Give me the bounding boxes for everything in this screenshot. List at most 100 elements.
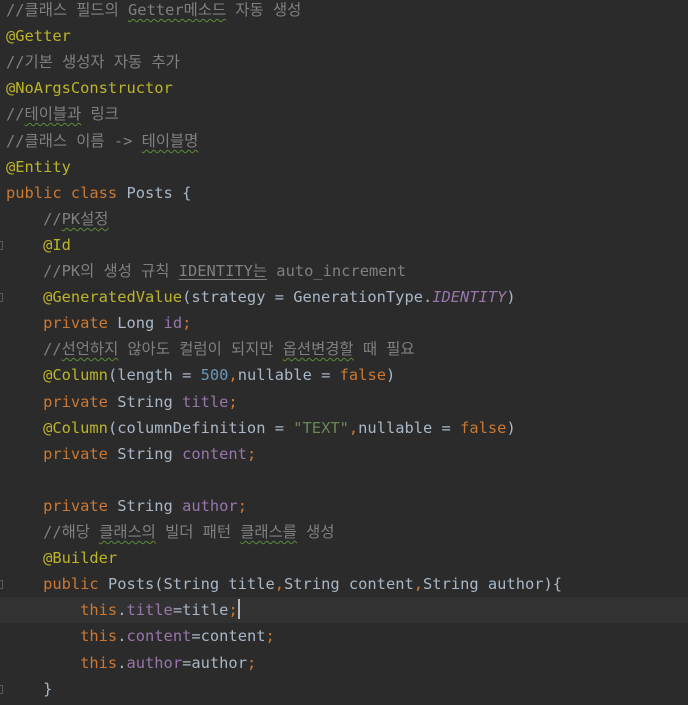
code-token: "TEXT": [293, 419, 349, 437]
code-token: (length =: [107, 366, 201, 384]
code-line[interactable]: @GeneratedValue(strategy = GenerationTyp…: [0, 284, 688, 310]
code-token: ;: [228, 601, 238, 619]
code-line[interactable]: @Builder: [0, 545, 688, 571]
code-token: String: [117, 393, 183, 411]
code-token: ): [506, 419, 516, 437]
code-token: title: [182, 393, 229, 411]
code-text: //PK의 생성 규칙 IDENTITY는 auto_increment: [6, 258, 406, 284]
code-line[interactable]: private String author;: [0, 493, 688, 519]
code-text: @Entity: [6, 154, 71, 180]
code-line[interactable]: }: [0, 676, 688, 702]
code-token: @Column: [6, 366, 108, 384]
code-token: false: [339, 366, 386, 384]
code-text: //PK설정: [6, 206, 108, 232]
code-token: @GeneratedValue: [6, 288, 183, 306]
code-token: ,: [413, 575, 424, 593]
code-line[interactable]: this.content=content;: [0, 623, 688, 649]
code-token: @Entity: [6, 158, 71, 176]
code-token: content: [182, 445, 247, 463]
code-line[interactable]: //해당 클래스의 빌더 패턴 클래스를 생성: [0, 519, 688, 545]
code-token: private: [6, 393, 118, 411]
code-text: @Builder: [6, 545, 117, 571]
code-token: author: [126, 654, 183, 672]
code-token: IDENTITY는: [178, 262, 268, 280]
code-token: ;: [237, 497, 247, 515]
code-token: //: [6, 340, 62, 358]
code-line[interactable]: public Posts(String title,String content…: [0, 571, 688, 597]
code-text: private String author;: [6, 493, 247, 519]
code-token: ;: [182, 314, 192, 332]
code-line[interactable]: this.author=author;: [0, 650, 688, 676]
code-token: ,: [274, 575, 285, 593]
code-text: //테이블과 링크: [6, 101, 119, 127]
code-token: ): [506, 288, 516, 306]
code-line[interactable]: //선언하지 않아도 컬럼이 되지만 옵션변경할 때 필요: [0, 336, 688, 362]
code-line[interactable]: @Getter: [0, 23, 688, 49]
code-line[interactable]: private String content;: [0, 441, 688, 467]
code-line[interactable]: [0, 467, 688, 493]
code-text: @GeneratedValue(strategy = GenerationTyp…: [6, 284, 516, 310]
code-token: String: [117, 497, 183, 515]
code-line[interactable]: //클래스 필드의 Getter메소드 자동 생성: [0, 0, 688, 23]
code-token: //클래스 이름 ->: [6, 132, 142, 150]
code-text: private String content;: [6, 441, 256, 467]
code-token: ;: [246, 654, 257, 672]
code-line[interactable]: @Column(length = 500,nullable = false): [0, 362, 688, 388]
code-line[interactable]: private Long id;: [0, 310, 688, 336]
code-token: //: [6, 210, 62, 228]
code-line[interactable]: //테이블과 링크: [0, 101, 688, 127]
code-token: auto_increment: [267, 262, 407, 280]
code-text: this.content=content;: [6, 623, 275, 649]
text-caret: [237, 599, 240, 619]
fold-marker-icon[interactable]: [0, 241, 3, 250]
fold-marker-icon[interactable]: [0, 685, 3, 694]
code-token: 테이블과: [24, 105, 82, 123]
fold-marker-icon[interactable]: [0, 293, 3, 302]
code-token: ,: [348, 419, 359, 437]
code-line[interactable]: //클래스 이름 -> 테이블명: [0, 128, 688, 154]
code-token: this: [6, 601, 118, 619]
code-token: PK설정: [61, 210, 109, 228]
code-token: false: [460, 419, 507, 437]
code-line[interactable]: private String title;: [0, 389, 688, 415]
code-line[interactable]: this.title=title;: [0, 597, 688, 623]
code-token: 빌더 패턴: [155, 523, 241, 541]
code-token: 링크: [81, 105, 119, 123]
code-token: (strategy = GenerationType.: [182, 288, 433, 306]
code-line[interactable]: //PK설정: [0, 206, 688, 232]
code-token: title: [126, 601, 173, 619]
code-token: content: [126, 627, 192, 645]
code-text: //선언하지 않아도 컬럼이 되지만 옵션변경할 때 필요: [6, 336, 415, 362]
code-token: 클래스의: [99, 523, 156, 541]
code-token: 옵션변경할: [282, 340, 354, 358]
code-text: }: [6, 676, 52, 702]
code-token: @NoArgsConstructor: [6, 79, 173, 97]
code-line[interactable]: @Entity: [0, 154, 688, 180]
code-token: private: [6, 314, 118, 332]
code-text: @Column(length = 500,nullable = false): [6, 362, 395, 388]
code-line[interactable]: @Id: [0, 232, 688, 258]
code-text: public class Posts {: [6, 180, 191, 206]
code-text: //해당 클래스의 빌더 패턴 클래스를 생성: [6, 519, 334, 545]
code-token: //해당: [6, 523, 100, 541]
code-token: author: [182, 497, 238, 515]
code-line[interactable]: //PK의 생성 규칙 IDENTITY는 auto_increment: [0, 258, 688, 284]
code-token: @Builder: [6, 549, 118, 567]
code-token: Posts(String title: [107, 575, 275, 593]
code-token: //: [6, 105, 25, 123]
code-token: this: [6, 627, 118, 645]
code-token: 테이블명: [141, 132, 199, 150]
code-token: String content: [284, 575, 414, 593]
fold-marker-icon[interactable]: [0, 580, 3, 589]
code-text: @Getter: [6, 23, 71, 49]
code-line[interactable]: @NoArgsConstructor: [0, 75, 688, 101]
code-editor[interactable]: //클래스 필드의 Getter메소드 자동 생성 @Getter //기본 생성자…: [0, 0, 688, 705]
code-token: 500: [200, 366, 229, 384]
code-text: this.author=author;: [6, 650, 256, 676]
code-line[interactable]: //기본 생성자 자동 추가: [0, 49, 688, 75]
code-token: private: [6, 497, 118, 515]
code-token: this: [6, 654, 118, 672]
code-text: @NoArgsConstructor: [6, 75, 173, 101]
code-line[interactable]: @Column(columnDefinition = "TEXT",nullab…: [0, 415, 688, 441]
code-line[interactable]: public class Posts {: [0, 180, 688, 206]
